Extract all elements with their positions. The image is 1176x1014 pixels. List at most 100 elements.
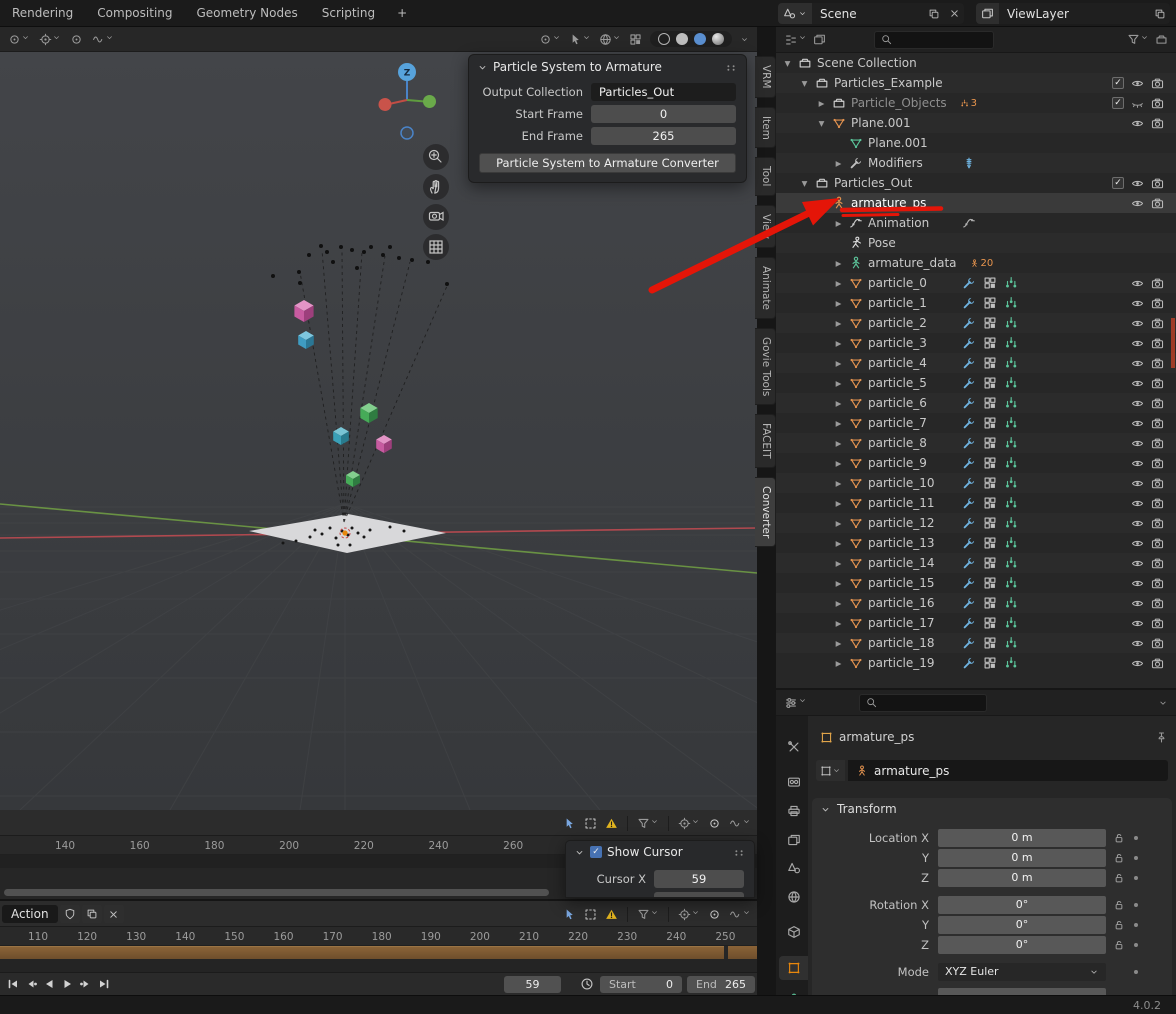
particles-green-icon[interactable]: [1004, 296, 1018, 310]
transform-panel-header[interactable]: Transform: [812, 798, 1172, 820]
render-camera-icon[interactable]: [1151, 577, 1164, 590]
expand-right-icon[interactable]: ▶: [833, 219, 844, 228]
eye-icon[interactable]: [1131, 557, 1144, 570]
wrench-blue-icon[interactable]: [962, 476, 976, 490]
timeline-scrollbar[interactable]: [4, 889, 549, 896]
render-camera-icon[interactable]: [1151, 497, 1164, 510]
animate-dot[interactable]: [1134, 856, 1138, 860]
eye-closed-icon[interactable]: [1131, 97, 1144, 110]
render-camera-icon[interactable]: [1151, 317, 1164, 330]
panel-grip-icon[interactable]: [732, 845, 746, 860]
cursor-y-field[interactable]: [654, 892, 744, 899]
wrench-blue-icon[interactable]: [962, 636, 976, 650]
render-camera-icon[interactable]: [1151, 357, 1164, 370]
expand-right-icon[interactable]: ▶: [833, 499, 844, 508]
expand-right-icon[interactable]: ▶: [833, 639, 844, 648]
prev-keyframe-button[interactable]: [22, 976, 40, 993]
outliner-row-particle_13[interactable]: ▶particle_13: [776, 533, 1176, 553]
scene-name[interactable]: Scene: [812, 7, 924, 21]
properties-search-input[interactable]: [882, 696, 962, 709]
particles-green-icon[interactable]: [1004, 376, 1018, 390]
viewport-3d[interactable]: Z Particle System to Armature Output Col…: [0, 52, 757, 810]
only-selected-pointer-icon[interactable]: [563, 908, 576, 921]
sidebar-tab-item[interactable]: Item: [755, 107, 776, 149]
outliner-search-input[interactable]: [897, 33, 977, 46]
screw-icon[interactable]: [962, 156, 976, 170]
outliner-row-particle_17[interactable]: ▶particle_17: [776, 613, 1176, 633]
sidebar-tab-converter[interactable]: Converter: [755, 477, 776, 547]
particles-green-icon[interactable]: [1004, 576, 1018, 590]
grid-icon[interactable]: [983, 516, 997, 530]
eye-icon[interactable]: [1131, 457, 1144, 470]
action-icon[interactable]: [962, 216, 976, 230]
editor-type-dropdown[interactable]: [784, 33, 807, 47]
id-browse-button[interactable]: [816, 760, 845, 781]
render-camera-icon[interactable]: [1151, 197, 1164, 210]
render-camera-icon[interactable]: [1151, 377, 1164, 390]
particles-green-icon[interactable]: [1004, 416, 1018, 430]
expand-right-icon[interactable]: ▶: [833, 479, 844, 488]
mode-dropdown[interactable]: [8, 33, 30, 46]
filter-dropdown[interactable]: [637, 817, 659, 830]
lock-button[interactable]: [1113, 919, 1125, 931]
exclude-checkbox[interactable]: ✓: [1112, 97, 1124, 109]
expand-right-icon[interactable]: ▶: [833, 159, 844, 168]
exclude-checkbox[interactable]: ✓: [1112, 177, 1124, 189]
panel-grip-icon[interactable]: [724, 60, 738, 75]
start-frame-field[interactable]: 0: [591, 105, 736, 123]
shading-solid-button[interactable]: [676, 33, 688, 45]
particles-green-icon[interactable]: [1004, 596, 1018, 610]
particles-green-icon[interactable]: [1004, 276, 1018, 290]
eye-icon[interactable]: [1131, 437, 1144, 450]
eye-icon[interactable]: [1131, 657, 1144, 670]
snap-dropdown[interactable]: [678, 908, 700, 921]
current-frame-field[interactable]: 59: [504, 976, 561, 993]
chevron-down-icon[interactable]: [740, 35, 749, 44]
particles-green-icon[interactable]: [1004, 656, 1018, 670]
tab-world[interactable]: [779, 885, 808, 909]
outliner-row-particle_2[interactable]: ▶particle_2: [776, 313, 1176, 333]
animate-dot[interactable]: [1134, 836, 1138, 840]
wrench-blue-icon[interactable]: [962, 316, 976, 330]
eye-icon[interactable]: [1131, 597, 1144, 610]
outliner-row-particle_12[interactable]: ▶particle_12: [776, 513, 1176, 533]
viewlayer-browse-button[interactable]: [976, 3, 999, 24]
sidebar-tab-vrm[interactable]: VRM: [755, 56, 776, 98]
wrench-blue-icon[interactable]: [962, 416, 976, 430]
particles-green-icon[interactable]: [1004, 356, 1018, 370]
expand-right-icon[interactable]: ▶: [833, 539, 844, 548]
play-button[interactable]: [58, 976, 76, 993]
proportional-edit-icon[interactable]: [708, 817, 721, 830]
grid-icon[interactable]: [983, 496, 997, 510]
outliner-row-animation[interactable]: ▶Animation: [776, 213, 1176, 233]
render-camera-icon[interactable]: [1151, 77, 1164, 90]
number-field[interactable]: 0 m: [938, 829, 1106, 847]
number-field[interactable]: 0 m: [938, 869, 1106, 887]
chevron-down-icon[interactable]: [1158, 698, 1168, 708]
add-workspace-button[interactable]: +: [387, 6, 417, 20]
outliner-row-plane.001[interactable]: ▼Plane.001: [776, 113, 1176, 133]
outliner-row-particle_19[interactable]: ▶particle_19: [776, 653, 1176, 673]
outliner-row-particle_11[interactable]: ▶particle_11: [776, 493, 1176, 513]
expand-down-icon[interactable]: ▼: [799, 179, 810, 188]
expand-right-icon[interactable]: ▶: [833, 419, 844, 428]
unlink-scene-button[interactable]: [944, 3, 964, 24]
expand-right-icon[interactable]: ▶: [833, 599, 844, 608]
scene-browse-button[interactable]: [778, 3, 812, 24]
outliner-row-particle_objects[interactable]: ▶Particle_Objects3✓: [776, 93, 1176, 113]
number-field[interactable]: 0°: [938, 916, 1106, 934]
lock-button[interactable]: [1113, 852, 1125, 864]
expand-down-icon[interactable]: ▼: [799, 79, 810, 88]
wrench-blue-icon[interactable]: [962, 496, 976, 510]
eye-icon[interactable]: [1131, 417, 1144, 430]
render-camera-icon[interactable]: [1151, 637, 1164, 650]
render-camera-icon[interactable]: [1151, 437, 1164, 450]
jump-to-start-button[interactable]: [4, 976, 22, 993]
eye-icon[interactable]: [1131, 637, 1144, 650]
gizmo-y-ball[interactable]: [423, 95, 436, 108]
expand-right-icon[interactable]: ▶: [833, 319, 844, 328]
end-frame-field[interactable]: 265: [591, 127, 736, 145]
lock-button[interactable]: [1113, 899, 1125, 911]
tab-data[interactable]: [779, 988, 808, 995]
grid-icon[interactable]: [983, 376, 997, 390]
